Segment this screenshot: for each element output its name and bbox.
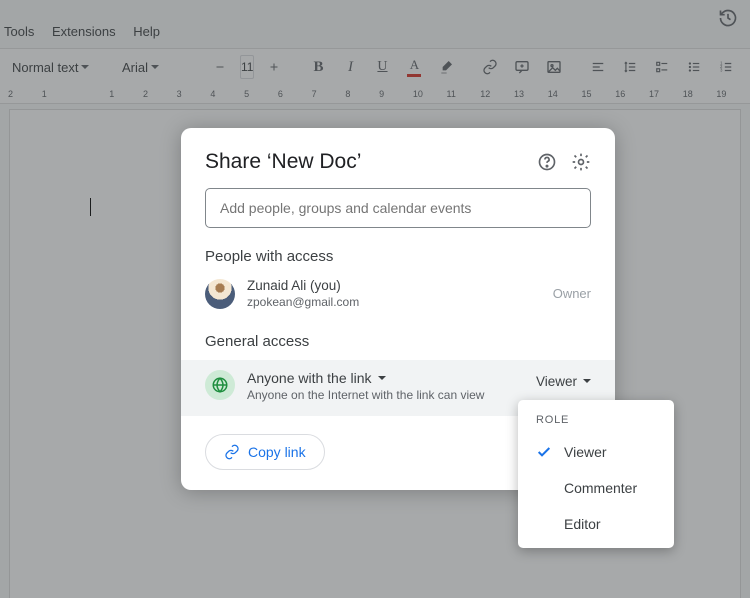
role-menu-item[interactable]: Commenter — [518, 470, 674, 506]
person-name: Zunaid Ali (you) — [247, 278, 541, 295]
role-menu: ROLE Viewer Commenter Editor — [518, 400, 674, 548]
copy-link-label: Copy link — [248, 444, 306, 460]
gear-icon[interactable] — [571, 152, 591, 172]
copy-link-button[interactable]: Copy link — [205, 434, 325, 470]
role-dropdown-label: Viewer — [536, 374, 577, 389]
help-icon[interactable] — [537, 152, 557, 172]
role-menu-item-label: Commenter — [564, 480, 637, 496]
check-icon — [536, 516, 552, 532]
share-dialog-title: Share ‘New Doc’ — [205, 150, 361, 174]
globe-icon — [205, 370, 235, 400]
general-access-scope-dropdown[interactable]: Anyone with the link — [247, 370, 524, 386]
general-access-label: General access — [205, 333, 591, 350]
check-icon — [536, 444, 552, 460]
chevron-down-icon — [583, 379, 591, 383]
check-icon — [536, 480, 552, 496]
add-people-input[interactable] — [205, 188, 591, 228]
person-row: Zunaid Ali (you) zpokean@gmail.com Owner — [205, 275, 591, 313]
person-email: zpokean@gmail.com — [247, 295, 541, 310]
role-menu-heading: ROLE — [518, 410, 674, 434]
role-menu-item-label: Editor — [564, 516, 601, 532]
people-with-access-label: People with access — [205, 248, 591, 265]
general-access-description: Anyone on the Internet with the link can… — [247, 388, 524, 402]
link-icon — [224, 444, 240, 460]
general-access-scope-label: Anyone with the link — [247, 370, 372, 386]
role-dropdown[interactable]: Viewer — [536, 370, 591, 389]
role-menu-item[interactable]: Editor — [518, 506, 674, 542]
role-menu-item-label: Viewer — [564, 444, 607, 460]
person-role: Owner — [553, 286, 591, 301]
chevron-down-icon — [378, 376, 386, 380]
role-menu-item[interactable]: Viewer — [518, 434, 674, 470]
avatar — [205, 279, 235, 309]
